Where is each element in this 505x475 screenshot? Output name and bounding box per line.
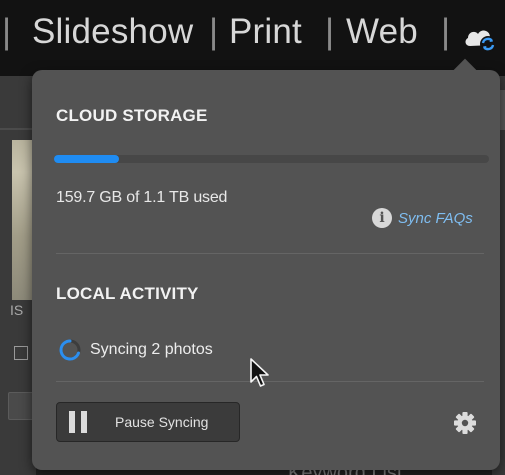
- cloud-storage-title: CLOUD STORAGE: [56, 106, 208, 125]
- panel-checkbox[interactable]: [14, 346, 28, 360]
- module-slideshow[interactable]: Slideshow: [32, 12, 193, 52]
- pause-icon: [69, 411, 89, 433]
- sync-status-text: Syncing 2 photos: [90, 341, 213, 358]
- storage-usage-fill: [54, 155, 120, 163]
- storage-usage-text: 159.7 GB of 1.1 TB used: [56, 189, 228, 206]
- module-print[interactable]: Print: [229, 12, 302, 52]
- pause-syncing-button[interactable]: Pause Syncing: [56, 402, 240, 442]
- module-separator: |: [325, 12, 335, 51]
- cloud-sync-icon[interactable]: [462, 22, 498, 54]
- sync-status: Syncing 2 photos: [58, 338, 213, 362]
- gear-icon[interactable]: [452, 410, 478, 436]
- sync-faqs-label: Sync FAQs: [398, 209, 473, 227]
- sync-faqs-link[interactable]: i Sync FAQs: [372, 208, 473, 228]
- app-window: | Slideshow | Print | Web | IS Keyword L…: [0, 0, 505, 475]
- panel-divider: [0, 128, 36, 130]
- module-separator: |: [209, 12, 219, 51]
- module-separator: |: [2, 12, 12, 51]
- module-picker-bar: | Slideshow | Print | Web |: [0, 0, 505, 76]
- storage-usage-bar: [54, 155, 489, 163]
- info-icon: i: [372, 208, 392, 228]
- section-divider: [56, 253, 484, 254]
- local-activity-title: LOCAL ACTIVITY: [56, 284, 199, 303]
- module-web[interactable]: Web: [346, 12, 418, 52]
- mouse-pointer-icon: [249, 357, 273, 391]
- spinner-icon: [58, 338, 82, 362]
- module-separator: |: [441, 12, 451, 51]
- pause-syncing-label: Pause Syncing: [115, 414, 209, 430]
- panel-label: IS: [10, 302, 24, 318]
- cloud-sync-popover: CLOUD STORAGE 159.7 GB of 1.1 TB used i …: [32, 58, 500, 470]
